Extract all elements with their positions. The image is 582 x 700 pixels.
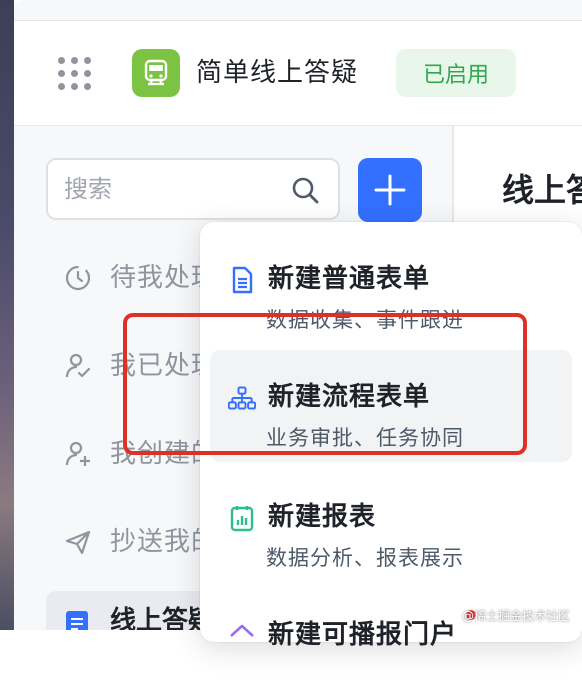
menu-item-new-portal[interactable]: 新建可播报门户 (210, 588, 572, 700)
document-icon (232, 266, 253, 294)
search-icon[interactable] (290, 175, 320, 205)
desktop-background (0, 0, 14, 630)
form-icon (66, 611, 88, 630)
portal-icon (230, 624, 254, 637)
page-title: 线上答 (502, 171, 582, 209)
app-logo (132, 49, 180, 97)
user-check-icon (65, 353, 91, 378)
menu-item-title: 新建可播报门户 (268, 620, 458, 650)
app-title: 简单线上答疑 (196, 58, 359, 88)
train-icon (144, 59, 168, 86)
app-header: 简单线上答疑 已启用 (14, 21, 582, 126)
add-button[interactable] (358, 158, 422, 222)
menu-item-desc: 数据分析、报表展示 (266, 546, 464, 570)
send-icon (65, 530, 91, 555)
app-grid-icon[interactable] (58, 57, 92, 91)
plus-icon (374, 174, 406, 206)
menu-item-new-report[interactable]: 新建报表 数据分析、报表展示 (210, 470, 572, 582)
search-input[interactable] (62, 170, 286, 208)
menu-item-title: 新建普通表单 (268, 264, 431, 294)
report-icon (230, 506, 254, 532)
menu-item-title: 新建报表 (268, 502, 377, 532)
watermark: @稀土掘金技术社区 (462, 609, 571, 623)
annotation-highlight-box (123, 313, 527, 455)
sidebar-item-label: 线上答疑 (110, 606, 215, 630)
status-badge: 已启用 (396, 49, 516, 97)
user-add-icon (65, 441, 90, 466)
clock-icon (65, 265, 91, 291)
search-box[interactable] (46, 158, 340, 220)
